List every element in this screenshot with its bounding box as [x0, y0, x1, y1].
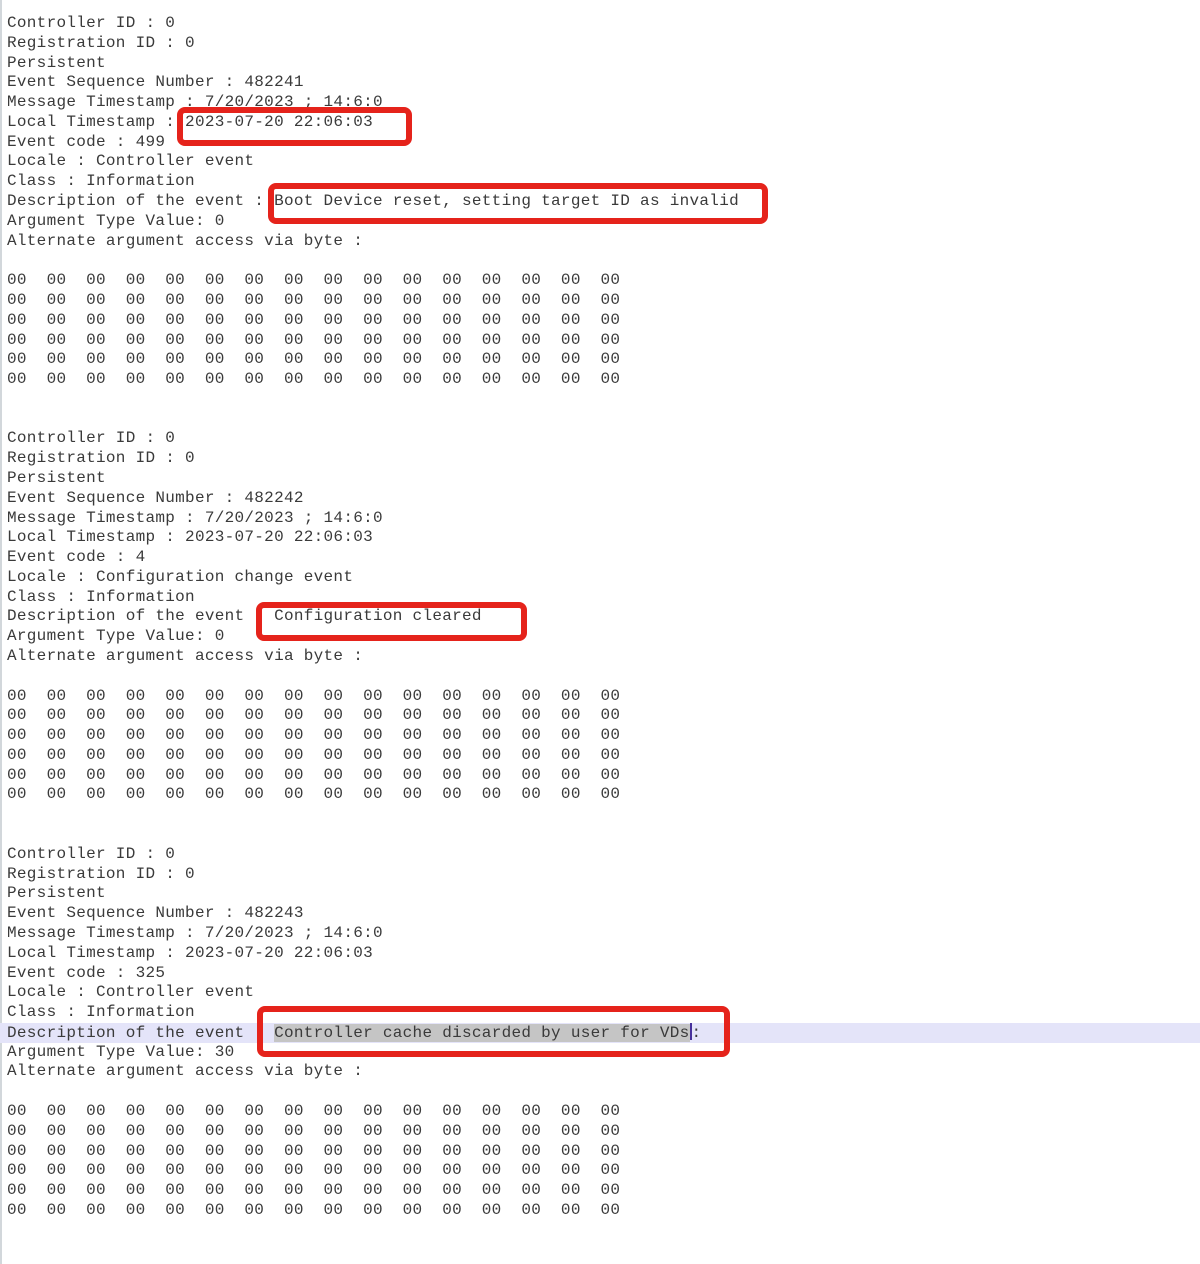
log-line: Local Timestamp : 2023-07-20 22:06:03 — [7, 113, 1200, 133]
hex-dump-row: 00 00 00 00 00 00 00 00 00 00 00 00 00 0… — [7, 311, 1200, 331]
hex-dump-row: 00 00 00 00 00 00 00 00 00 00 00 00 00 0… — [7, 706, 1200, 726]
log-line: Local Timestamp : 2023-07-20 22:06:03 — [7, 528, 1200, 548]
log-line: Registration ID : 0 — [7, 34, 1200, 54]
log-line: Locale : Configuration change event — [7, 568, 1200, 588]
hex-dump-row: 00 00 00 00 00 00 00 00 00 00 00 00 00 0… — [7, 1122, 1200, 1142]
log-line: Controller ID : 0 — [7, 845, 1200, 865]
hex-dump-row: 00 00 00 00 00 00 00 00 00 00 00 00 00 0… — [7, 1181, 1200, 1201]
description-label: Description of the event — [7, 1024, 274, 1042]
log-line: Argument Type Value: 0 — [7, 627, 1200, 647]
log-line: Event code : 325 — [7, 964, 1200, 984]
blank-line — [7, 251, 1200, 271]
log-line: Event code : 4 — [7, 548, 1200, 568]
hex-dump-row: 00 00 00 00 00 00 00 00 00 00 00 00 00 0… — [7, 271, 1200, 291]
log-line: Persistent — [7, 54, 1200, 74]
log-line: Alternate argument access via byte : — [7, 1062, 1200, 1082]
hex-dump-row: 00 00 00 00 00 00 00 00 00 00 00 00 00 0… — [7, 1161, 1200, 1181]
hex-dump-row: 00 00 00 00 00 00 00 00 00 00 00 00 00 0… — [7, 1142, 1200, 1162]
log-line: Persistent — [7, 884, 1200, 904]
hex-dump-row: 00 00 00 00 00 00 00 00 00 00 00 00 00 0… — [7, 746, 1200, 766]
log-line: Locale : Controller event — [7, 152, 1200, 172]
hex-dump-row: 00 00 00 00 00 00 00 00 00 00 00 00 00 0… — [7, 331, 1200, 351]
hex-dump-row: 00 00 00 00 00 00 00 00 00 00 00 00 00 0… — [7, 785, 1200, 805]
blank-line — [7, 1082, 1200, 1102]
hex-dump-row: 00 00 00 00 00 00 00 00 00 00 00 00 00 0… — [7, 766, 1200, 786]
hex-dump-row: 00 00 00 00 00 00 00 00 00 00 00 00 00 0… — [7, 291, 1200, 311]
blank-line — [7, 825, 1200, 845]
log-line: Description of the event : Boot Device r… — [7, 192, 1200, 212]
blank-line — [7, 667, 1200, 687]
log-line: Event Sequence Number : 482241 — [7, 73, 1200, 93]
log-line: Registration ID : 0 — [7, 449, 1200, 469]
log-line: Event code : 499 — [7, 133, 1200, 153]
blank-line — [7, 390, 1200, 410]
log-line: Registration ID : 0 — [7, 865, 1200, 885]
hex-dump-row: 00 00 00 00 00 00 00 00 00 00 00 00 00 0… — [7, 1201, 1200, 1221]
hex-dump-row: 00 00 00 00 00 00 00 00 00 00 00 00 00 0… — [7, 1102, 1200, 1122]
log-line: Event Sequence Number : 482243 — [7, 904, 1200, 924]
log-line: Controller ID : 0 — [7, 14, 1200, 34]
log-line: Alternate argument access via byte : — [7, 232, 1200, 252]
log-line: Alternate argument access via byte : — [7, 647, 1200, 667]
log-line: Message Timestamp : 7/20/2023 ; 14:6:0 — [7, 924, 1200, 944]
blank-line — [7, 1240, 1200, 1260]
description-line-highlighted: Description of the event Controller cach… — [0, 1023, 1200, 1043]
log-line: Local Timestamp : 2023-07-20 22:06:03 — [7, 944, 1200, 964]
log-line: Event Sequence Number : 482242 — [7, 489, 1200, 509]
log-text-area[interactable]: Controller ID : 0Registration ID : 0Pers… — [0, 0, 1200, 1264]
log-line: Locale : Controller event — [7, 983, 1200, 1003]
log-line: Class : Information — [7, 588, 1200, 608]
selected-text: Controller cache discarded by user for V… — [274, 1024, 689, 1042]
log-viewer-page: Controller ID : 0Registration ID : 0Pers… — [0, 0, 1200, 1264]
log-line: Persistent — [7, 469, 1200, 489]
log-line: Class : Information — [7, 1003, 1200, 1023]
hex-dump-row: 00 00 00 00 00 00 00 00 00 00 00 00 00 0… — [7, 350, 1200, 370]
description-suffix: : — [692, 1024, 702, 1042]
log-line: Message Timestamp : 7/20/2023 ; 14:6:0 — [7, 509, 1200, 529]
log-line: Message Timestamp : 7/20/2023 ; 14:6:0 — [7, 93, 1200, 113]
log-line: Description of the event Configuration c… — [7, 607, 1200, 627]
blank-line — [7, 410, 1200, 430]
log-line: Class : Information — [7, 172, 1200, 192]
log-line: Controller ID : 0 — [7, 429, 1200, 449]
hex-dump-row: 00 00 00 00 00 00 00 00 00 00 00 00 00 0… — [7, 687, 1200, 707]
blank-line — [7, 805, 1200, 825]
log-line: Argument Type Value: 30 — [7, 1043, 1200, 1063]
log-line: Argument Type Value: 0 — [7, 212, 1200, 232]
hex-dump-row: 00 00 00 00 00 00 00 00 00 00 00 00 00 0… — [7, 370, 1200, 390]
hex-dump-row: 00 00 00 00 00 00 00 00 00 00 00 00 00 0… — [7, 726, 1200, 746]
blank-line — [7, 1221, 1200, 1241]
